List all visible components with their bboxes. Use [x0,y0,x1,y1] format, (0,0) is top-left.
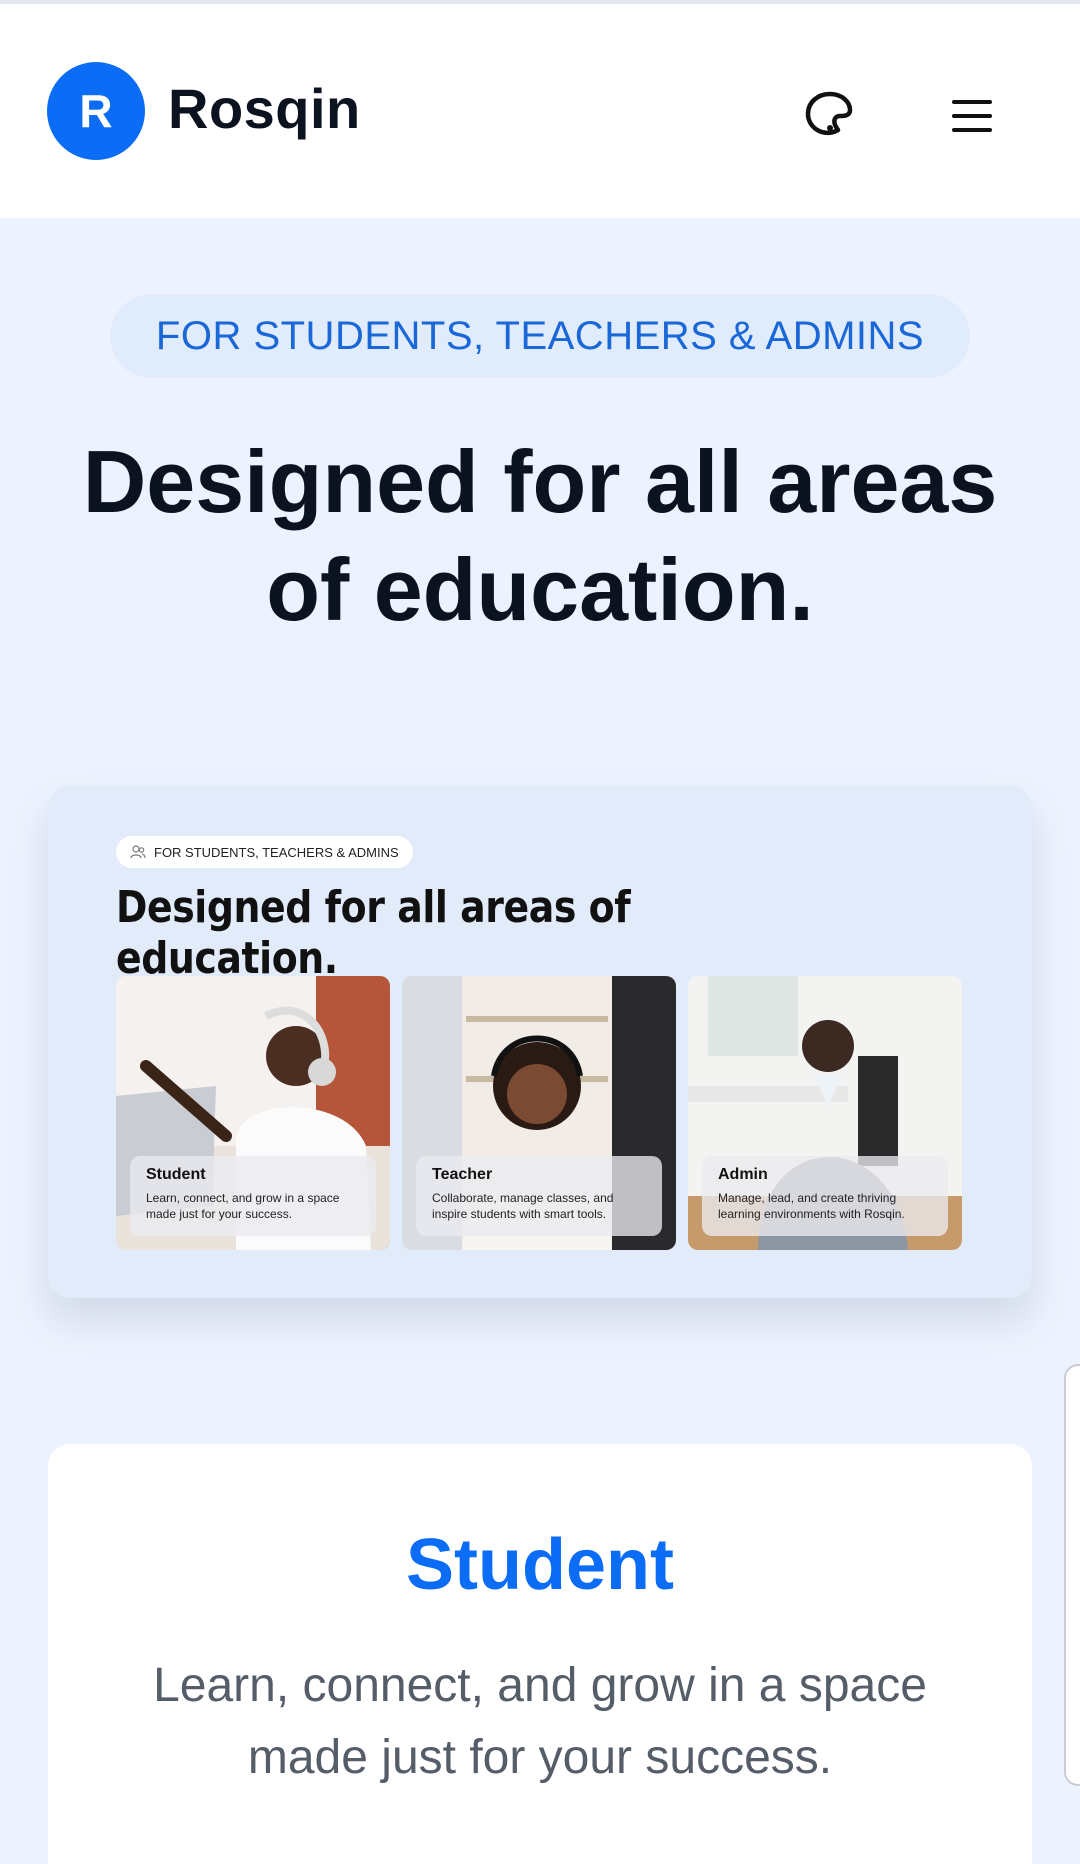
role-name: Admin [718,1166,768,1183]
role-description: Learn, connect, and grow in a space made… [146,1191,340,1221]
brand-name[interactable]: Rosqin [168,76,361,141]
hero-title-line-1: Designed for all areas [82,432,998,531]
floating-panel-edge[interactable] [1064,1364,1080,1786]
hamburger-menu-icon [952,100,992,132]
role-card-admin[interactable]: Admin Manage, lead, and create thriving … [688,976,962,1250]
preview-screenshot-card: FOR STUDENTS, TEACHERS & ADMINS Designed… [48,786,1032,1298]
role-card-student[interactable]: Student Learn, connect, and grow in a sp… [116,976,390,1250]
role-card-caption: Student Learn, connect, and grow in a sp… [130,1156,376,1236]
palette-icon [805,91,853,136]
preview-audience-badge: FOR STUDENTS, TEACHERS & ADMINS [116,836,413,868]
hero-title: Designed for all areas of education. [40,428,1040,644]
menu-button[interactable] [946,92,998,140]
users-icon [130,845,146,859]
audience-badge: FOR STUDENTS, TEACHERS & ADMINS [110,294,970,378]
student-section-title: Student [406,1525,674,1605]
role-card-teacher[interactable]: Teacher Collaborate, manage classes, and… [402,976,676,1250]
theme-toggle-button[interactable] [800,88,856,144]
preview-title: Designed for all areas of education. [116,882,631,984]
role-card-caption: Admin Manage, lead, and create thriving … [702,1156,948,1236]
site-header: R Rosqin [0,4,1080,218]
preview-badge-label: FOR STUDENTS, TEACHERS & ADMINS [154,844,399,860]
role-name: Student [146,1166,206,1183]
logo-mark[interactable]: R [47,62,145,160]
student-section-description: Learn, connect, and grow in a space made… [153,1659,927,1784]
student-section: Student Learn, connect, and grow in a sp… [48,1444,1032,1864]
role-description: Manage, lead, and create thriving learni… [718,1191,905,1221]
role-description: Collaborate, manage classes, and inspire… [432,1191,614,1221]
hero-title-line-2: of education. [266,540,814,639]
role-name: Teacher [432,1166,493,1183]
role-card-caption: Teacher Collaborate, manage classes, and… [416,1156,662,1236]
logo-letter: R [79,85,113,137]
